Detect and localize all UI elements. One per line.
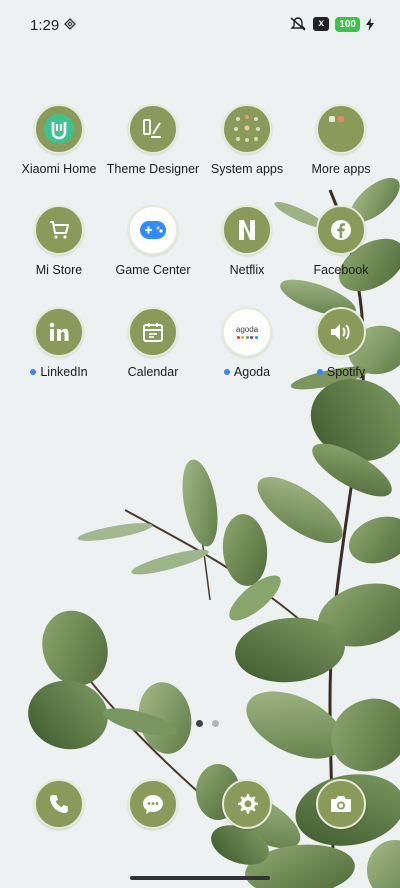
app-mi-store[interactable]: Mi Store xyxy=(9,205,109,277)
xiaomi-home-icon xyxy=(34,104,84,154)
linkedin-icon xyxy=(34,307,84,357)
app-game-center[interactable]: Game Center xyxy=(103,205,203,277)
app-label: Game Center xyxy=(115,263,191,277)
dock-messages-button[interactable] xyxy=(128,779,178,829)
app-xiaomi-home[interactable]: Xiaomi Home xyxy=(9,104,109,176)
new-indicator-dot xyxy=(30,369,37,375)
app-label: Agoda xyxy=(233,365,271,379)
gesture-nav-handle[interactable] xyxy=(130,876,270,880)
phone-icon xyxy=(50,795,68,813)
app-netflix[interactable]: Netflix xyxy=(197,205,297,277)
app-theme-designer[interactable]: Theme Designer xyxy=(103,104,203,176)
mute-icon xyxy=(290,17,307,31)
page-indicator[interactable] xyxy=(196,720,219,727)
facebook-icon xyxy=(316,205,366,255)
charging-icon xyxy=(366,17,374,31)
dock-phone-button[interactable] xyxy=(34,779,84,829)
app-linkedin[interactable]: LinkedIn xyxy=(9,307,109,379)
messages-icon xyxy=(143,795,163,814)
page-dot[interactable] xyxy=(212,720,219,727)
settings-icon xyxy=(238,794,258,814)
app-label: Mi Store xyxy=(35,263,83,277)
new-indicator-dot xyxy=(223,369,230,375)
app-spotify[interactable]: Spotify xyxy=(291,307,391,379)
folder-system-apps[interactable]: System apps xyxy=(197,104,297,176)
new-indicator-dot xyxy=(316,369,323,375)
status-time: 1:29 xyxy=(30,17,60,34)
app-label: Calendar xyxy=(127,365,179,379)
agoda-icon: agoda xyxy=(222,307,272,357)
status-icons: x 100 xyxy=(289,16,374,32)
folder-icon xyxy=(222,104,272,154)
battery-indicator: 100 xyxy=(335,16,360,32)
status-bar: 1:29 x 100 xyxy=(0,0,400,52)
nfc-icon xyxy=(64,18,76,30)
app-label: Facebook xyxy=(313,263,369,277)
camera-icon xyxy=(331,796,351,812)
folder-icon xyxy=(316,104,366,154)
sim-off-icon: x xyxy=(313,17,330,31)
app-facebook[interactable]: Facebook xyxy=(291,205,391,277)
app-label: LinkedIn xyxy=(40,365,88,379)
app-label: Xiaomi Home xyxy=(21,162,97,176)
agoda-dots xyxy=(236,336,258,339)
app-agoda[interactable]: agoda Agoda xyxy=(197,307,297,379)
app-calendar[interactable]: Calendar xyxy=(103,307,203,379)
calendar-icon xyxy=(128,307,178,357)
folder-more-apps[interactable]: More apps xyxy=(291,104,391,176)
app-label: System apps xyxy=(210,162,284,176)
app-label: Netflix xyxy=(229,263,265,277)
netflix-icon xyxy=(222,205,272,255)
gamepad-icon xyxy=(128,205,178,255)
cart-icon xyxy=(34,205,84,255)
page-dot-active[interactable] xyxy=(196,720,203,727)
app-label: More apps xyxy=(311,162,371,176)
dock-settings-button[interactable] xyxy=(222,779,272,829)
agoda-logo-text: agoda xyxy=(235,325,259,334)
app-label: Spotify xyxy=(326,365,366,379)
dock-camera-button[interactable] xyxy=(316,779,366,829)
theme-designer-icon xyxy=(128,104,178,154)
speaker-icon xyxy=(316,307,366,357)
app-label: Theme Designer xyxy=(106,162,200,176)
